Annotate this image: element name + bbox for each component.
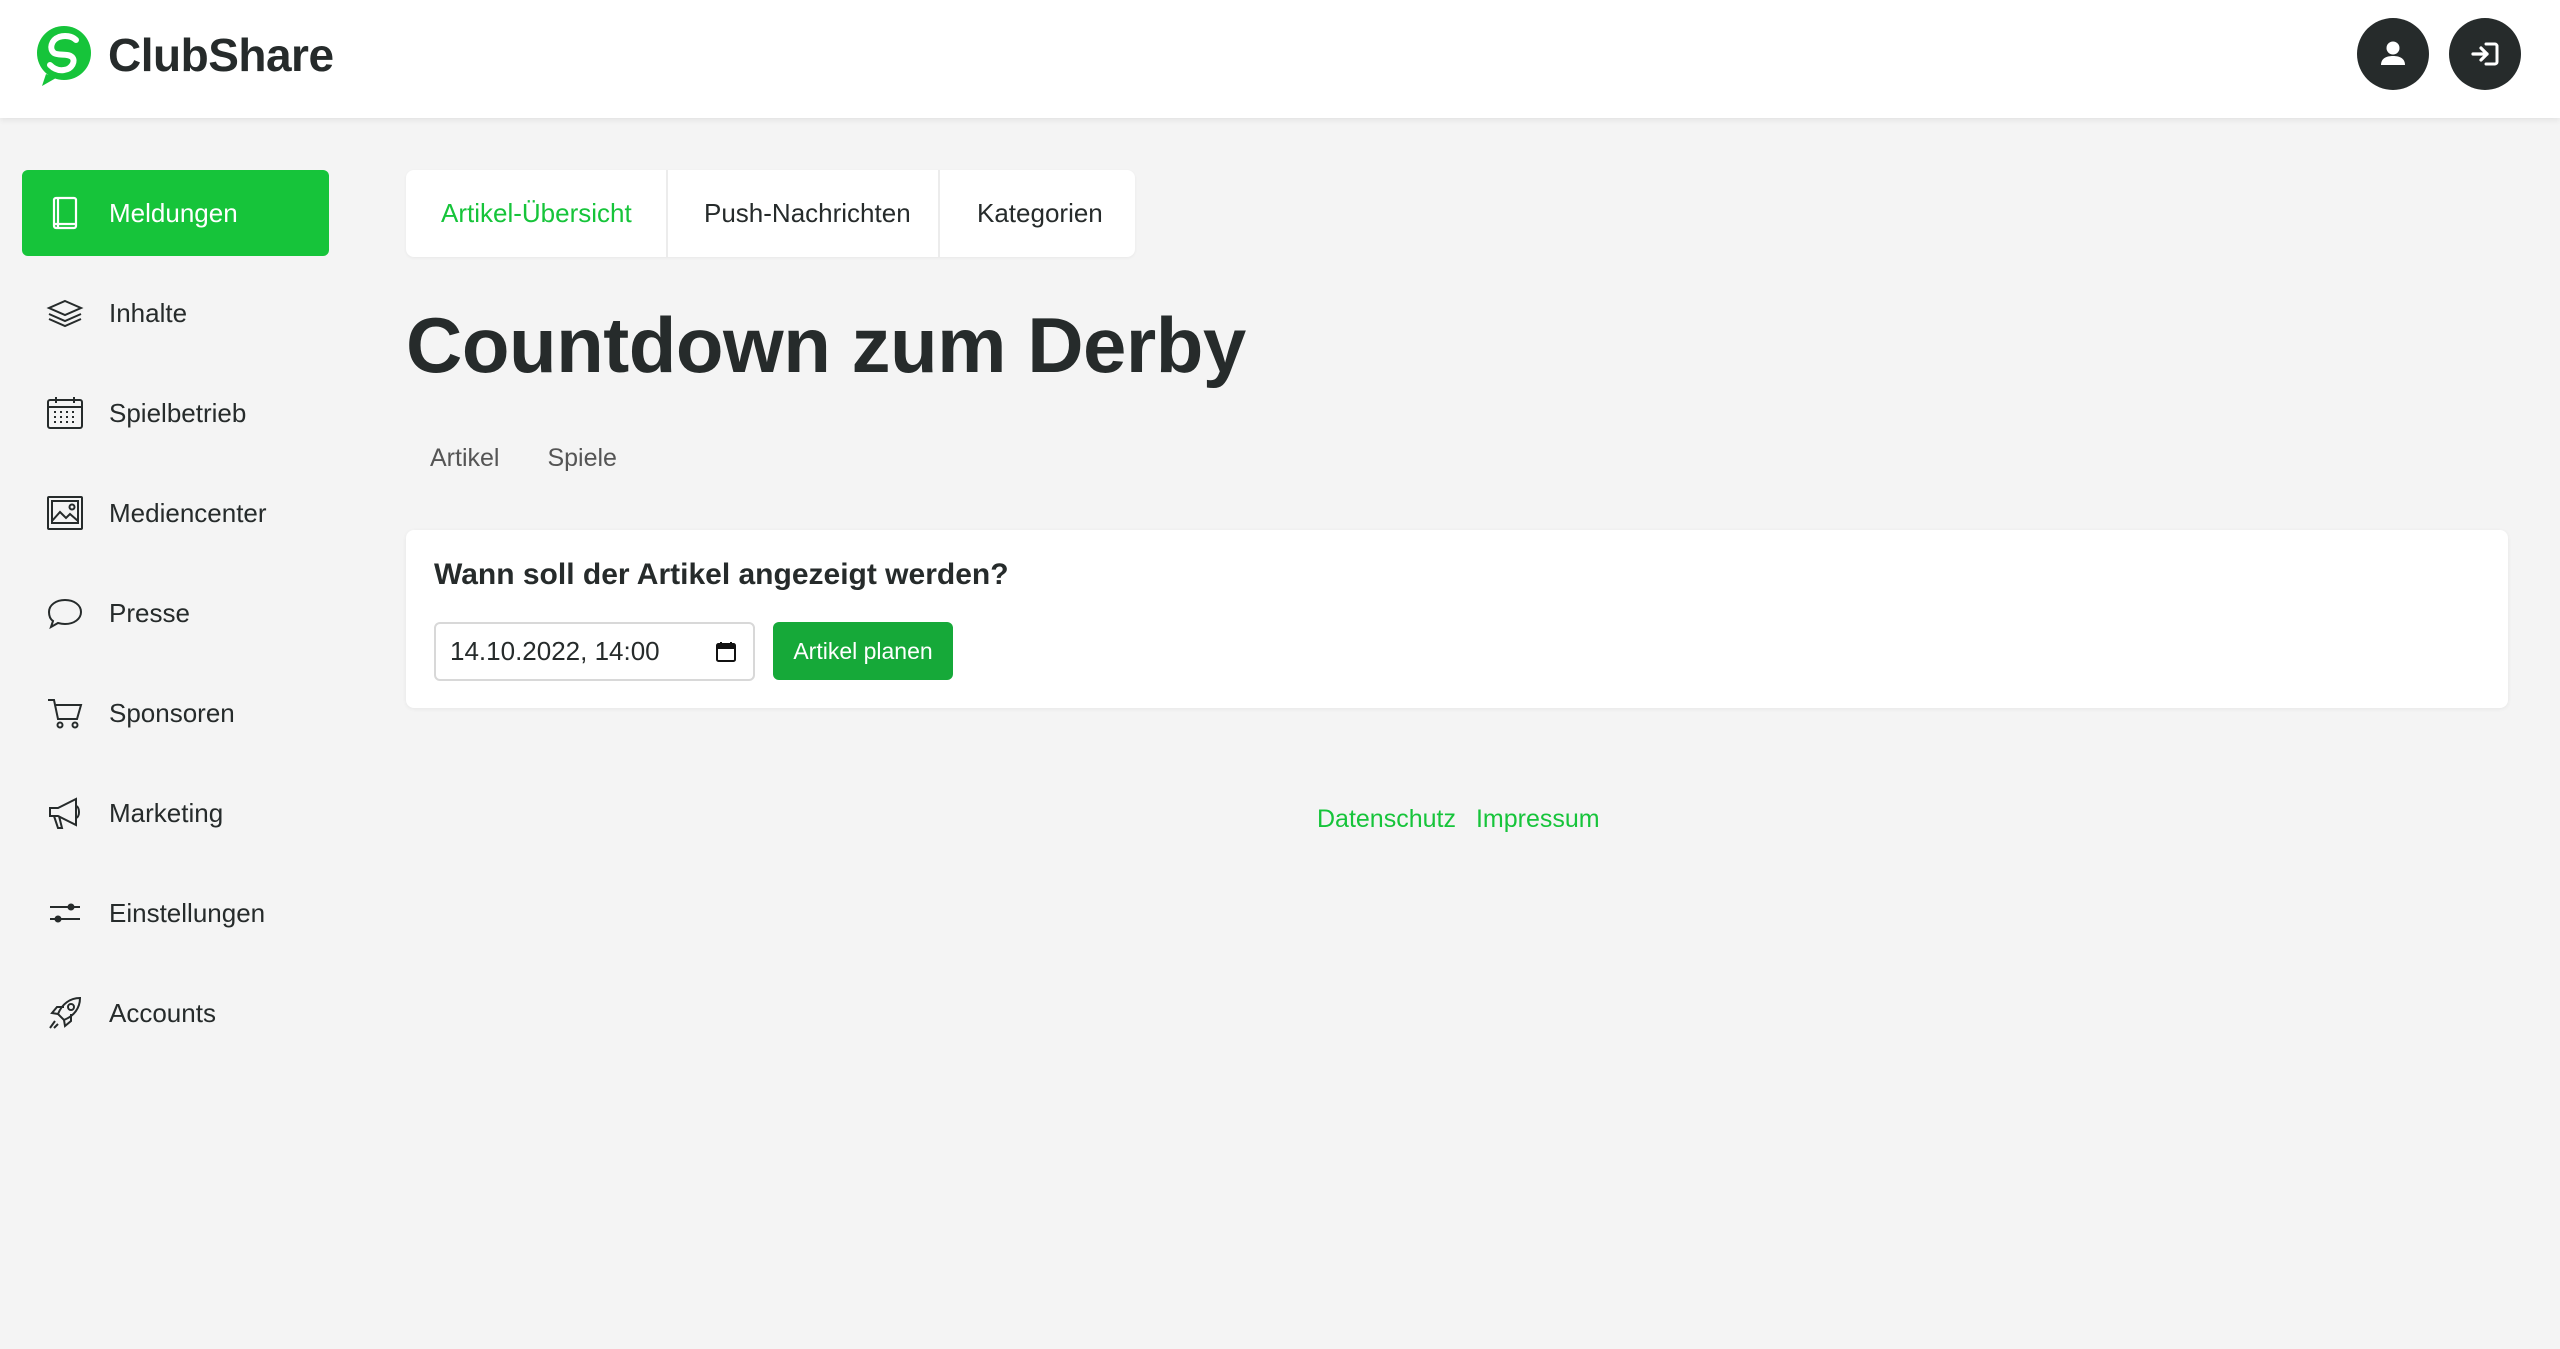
sidebar-item-label: Sponsoren [109,698,235,728]
top-header: ClubShare [0,0,2560,118]
sidebar-item-spielbetrieb[interactable]: Spielbetrieb [22,370,329,456]
cart-icon [46,694,84,732]
schedule-card: Wann soll der Artikel angezeigt werden? … [406,530,2508,708]
sidebar-item-presse[interactable]: Presse [22,570,329,656]
layers-icon [46,294,84,332]
subtab-spiele[interactable]: Spiele [547,444,617,473]
calendar-icon [46,394,84,432]
sidebar-item-inhalte[interactable]: Inhalte [22,270,329,356]
calendar-picker-icon[interactable] [715,641,737,663]
app-name: ClubShare [108,29,334,81]
sidebar-item-marketing[interactable]: Marketing [22,770,329,856]
sidebar-item-mediencenter[interactable]: Mediencenter [22,470,329,556]
top-tabs: Artikel-Übersicht Push-Nachrichten Kateg… [406,170,1135,257]
sidebar-item-label: Accounts [109,998,216,1028]
page-title: Countdown zum Derby [406,301,1246,389]
sliders-icon [46,894,84,932]
datetime-input[interactable]: 14.10.2022, 14:00 [434,622,755,681]
book-icon [46,194,84,232]
subtabs: Artikel Spiele [430,444,665,473]
sidebar-item-label: Marketing [109,798,224,828]
footer-link-impressum[interactable]: Impressum [1476,805,1600,834]
rocket-icon [46,994,84,1032]
schedule-article-button[interactable]: Artikel planen [773,622,953,680]
footer-links: Datenschutz Impressum [1317,805,1620,834]
subtab-artikel[interactable]: Artikel [430,444,499,473]
sidebar-item-label: Presse [109,598,190,628]
sidebar-item-einstellungen[interactable]: Einstellungen [22,870,329,956]
sidebar-item-sponsoren[interactable]: Sponsoren [22,670,329,756]
sidebar-item-label: Spielbetrieb [109,398,247,428]
sidebar-item-label: Meldungen [109,198,238,228]
megaphone-icon [46,794,84,832]
datetime-value: 14.10.2022, 14:00 [450,636,660,666]
tab-kategorien[interactable]: Kategorien [940,170,1135,257]
speech-bubble-icon [46,594,84,632]
user-profile-button[interactable] [2357,18,2429,90]
sidebar-item-label: Mediencenter [109,498,267,528]
tab-push-nachrichten[interactable]: Push-Nachrichten [668,170,940,257]
clubshare-logo-icon [37,26,91,86]
schedule-question: Wann soll der Artikel angezeigt werden? [434,558,1009,591]
sidebar-item-label: Einstellungen [109,898,266,928]
sidebar-item-label: Inhalte [109,298,188,328]
sidebar-item-meldungen[interactable]: Meldungen [22,170,329,256]
user-icon [2381,41,2405,65]
footer-link-datenschutz[interactable]: Datenschutz [1317,805,1456,834]
image-icon [46,494,84,532]
logout-button[interactable] [2449,18,2521,90]
logo[interactable]: ClubShare [32,20,334,90]
logout-icon [2471,42,2499,66]
tab-artikel-uebersicht[interactable]: Artikel-Übersicht [406,170,668,257]
sidebar-item-accounts[interactable]: Accounts [22,970,329,1056]
